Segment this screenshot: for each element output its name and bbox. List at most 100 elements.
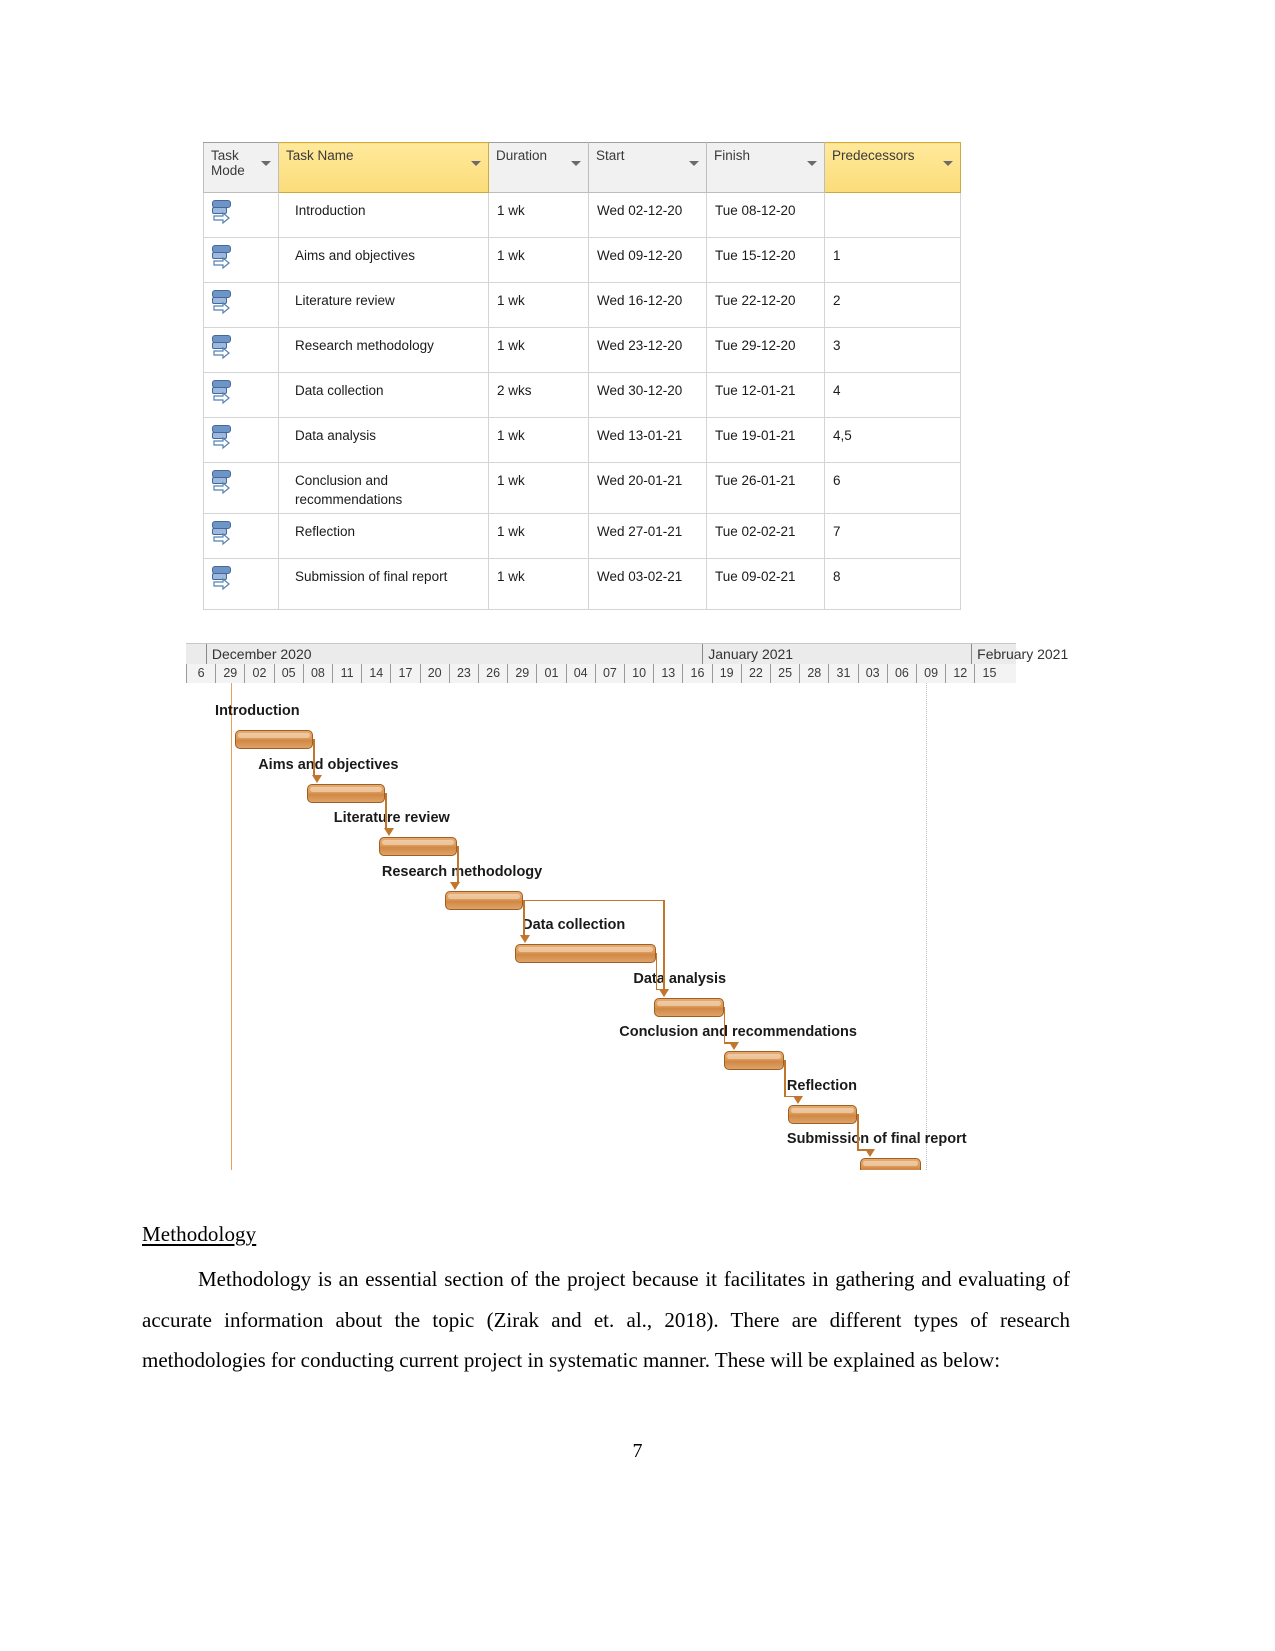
cell-finish[interactable]: Tue 22-12-20 [706, 282, 825, 328]
cell-finish[interactable]: Tue 02-02-21 [706, 513, 825, 559]
cell-task-name[interactable]: Research methodology [278, 327, 489, 373]
column-header-task-mode[interactable]: Task Mode [203, 142, 279, 193]
cell-predecessors[interactable]: 1 [824, 237, 961, 283]
gantt-bar-label: Submission of final report [786, 1131, 967, 1147]
cell-duration[interactable]: 2 wks [488, 372, 589, 418]
cell-task-name[interactable]: Aims and objectives [278, 237, 489, 283]
cell-duration[interactable]: 1 wk [488, 462, 589, 514]
cell-predecessors[interactable]: 7 [824, 513, 961, 559]
cell-task-mode[interactable] [203, 417, 279, 463]
cell-task-mode[interactable] [203, 558, 279, 610]
cell-task-name[interactable]: Introduction [278, 192, 489, 238]
cell-finish[interactable]: Tue 26-01-21 [706, 462, 825, 514]
cell-finish[interactable]: Tue 09-02-21 [706, 558, 825, 610]
cell-duration[interactable]: 1 wk [488, 192, 589, 238]
gantt-task-bar[interactable] [307, 783, 386, 803]
cell-start[interactable]: Wed 20-01-21 [588, 462, 707, 514]
cell-finish[interactable]: Tue 19-01-21 [706, 417, 825, 463]
table-row[interactable]: Aims and objectives 1 wk Wed 09-12-20 Tue 1… [203, 237, 961, 283]
cell-task-mode[interactable] [203, 192, 279, 238]
gantt-task-bar[interactable] [234, 730, 313, 749]
cell-predecessors[interactable]: 2 [824, 282, 961, 328]
cell-predecessors[interactable]: 4,5 [824, 417, 961, 463]
chevron-down-icon[interactable] [943, 161, 953, 166]
chevron-down-icon[interactable] [261, 161, 271, 166]
gantt-bar-label: Aims and objectives [258, 756, 399, 773]
cell-start[interactable]: Wed 03-02-21 [588, 558, 707, 610]
cell-start[interactable]: Wed 16-12-20 [588, 282, 707, 328]
auto-schedule-icon[interactable] [212, 424, 238, 450]
cell-finish[interactable]: Tue 29-12-20 [706, 327, 825, 373]
table-row[interactable]: Research methodology 1 wk Wed 23-12-20 Tue … [203, 327, 961, 373]
chevron-down-icon[interactable] [689, 161, 699, 166]
cell-duration[interactable]: 1 wk [488, 282, 589, 328]
cell-duration[interactable]: 1 wk [488, 237, 589, 283]
cell-finish[interactable]: Tue 12-01-21 [706, 372, 825, 418]
cell-predecessors[interactable]: 3 [824, 327, 961, 373]
chevron-down-icon[interactable] [471, 161, 481, 166]
cell-task-mode[interactable] [203, 462, 279, 514]
chevron-down-icon[interactable] [807, 161, 817, 166]
auto-schedule-icon[interactable] [212, 565, 238, 591]
cell-task-mode[interactable] [203, 513, 279, 559]
column-header-task-name[interactable]: Task Name [278, 142, 489, 193]
predecessors-text: 6 [833, 473, 841, 488]
gantt-task-bar[interactable] [379, 837, 458, 856]
cell-predecessors[interactable]: 6 [824, 462, 961, 514]
cell-task-name[interactable]: Reflection [278, 513, 489, 559]
auto-schedule-icon[interactable] [212, 334, 238, 360]
cell-duration[interactable]: 1 wk [488, 513, 589, 559]
table-row[interactable]: Data collection 2 wks Wed 30-12-20 Tue 12-0… [203, 372, 961, 418]
cell-task-mode[interactable] [203, 372, 279, 418]
gantt-task-bar[interactable] [787, 1104, 858, 1124]
cell-start[interactable]: Wed 27-01-21 [588, 513, 707, 559]
cell-predecessors[interactable]: 8 [824, 558, 961, 610]
table-row[interactable]: Literature review 1 wk Wed 16-12-20 Tue 22-… [203, 282, 961, 328]
gantt-task-bar[interactable] [514, 944, 656, 963]
cell-task-name[interactable]: Data collection [278, 372, 489, 418]
cell-task-name[interactable]: Literature review [278, 282, 489, 328]
timescale-day-tick: 02 [244, 664, 273, 683]
cell-start[interactable]: Wed 02-12-20 [588, 192, 707, 238]
cell-duration[interactable]: 1 wk [488, 417, 589, 463]
auto-schedule-icon[interactable] [212, 289, 238, 315]
auto-schedule-icon[interactable] [212, 520, 238, 546]
cell-task-mode[interactable] [203, 282, 279, 328]
timescale-day-tick: 29 [215, 664, 244, 683]
gantt-task-bar[interactable] [723, 1051, 785, 1070]
cell-start[interactable]: Wed 23-12-20 [588, 327, 707, 373]
gantt-task-bar[interactable] [654, 997, 724, 1017]
table-row[interactable]: Data analysis 1 wk Wed 13-01-21 Tue 19-01-2… [203, 417, 961, 463]
table-row[interactable]: Reflection 1 wk Wed 27-01-21 Tue 02-02-21 7 [203, 513, 961, 559]
timescale-day-tick: 26 [478, 664, 507, 683]
table-row[interactable]: Introduction 1 wk Wed 02-12-20 Tue 08-12-20 [203, 192, 961, 238]
column-header-predecessors[interactable]: Predecessors [824, 142, 961, 193]
cell-start[interactable]: Wed 13-01-21 [588, 417, 707, 463]
table-row[interactable]: Conclusion and recommendations 1 wk Wed 20… [203, 462, 961, 514]
cell-duration[interactable]: 1 wk [488, 327, 589, 373]
gantt-task-bar[interactable] [859, 1158, 921, 1170]
column-header-duration[interactable]: Duration [488, 142, 589, 193]
cell-predecessors[interactable]: 4 [824, 372, 961, 418]
gantt-task-bar[interactable] [444, 890, 523, 910]
cell-start[interactable]: Wed 30-12-20 [588, 372, 707, 418]
column-header-finish[interactable]: Finish [706, 142, 825, 193]
cell-duration[interactable]: 1 wk [488, 558, 589, 610]
finish-date-text: Tue 26-01-21 [715, 473, 796, 488]
cell-task-name[interactable]: Submission of final report [278, 558, 489, 610]
column-header-start[interactable]: Start [588, 142, 707, 193]
cell-task-name[interactable]: Data analysis [278, 417, 489, 463]
cell-finish[interactable]: Tue 08-12-20 [706, 192, 825, 238]
cell-finish[interactable]: Tue 15-12-20 [706, 237, 825, 283]
auto-schedule-icon[interactable] [212, 469, 238, 495]
cell-predecessors[interactable] [824, 192, 961, 238]
auto-schedule-icon[interactable] [212, 199, 238, 225]
cell-start[interactable]: Wed 09-12-20 [588, 237, 707, 283]
auto-schedule-icon[interactable] [212, 379, 238, 405]
auto-schedule-icon[interactable] [212, 244, 238, 270]
cell-task-name[interactable]: Conclusion and recommendations [278, 462, 489, 514]
cell-task-mode[interactable] [203, 327, 279, 373]
cell-task-mode[interactable] [203, 237, 279, 283]
chevron-down-icon[interactable] [571, 161, 581, 166]
table-row[interactable]: Submission of final report 1 wk Wed 03-02-… [203, 558, 961, 610]
